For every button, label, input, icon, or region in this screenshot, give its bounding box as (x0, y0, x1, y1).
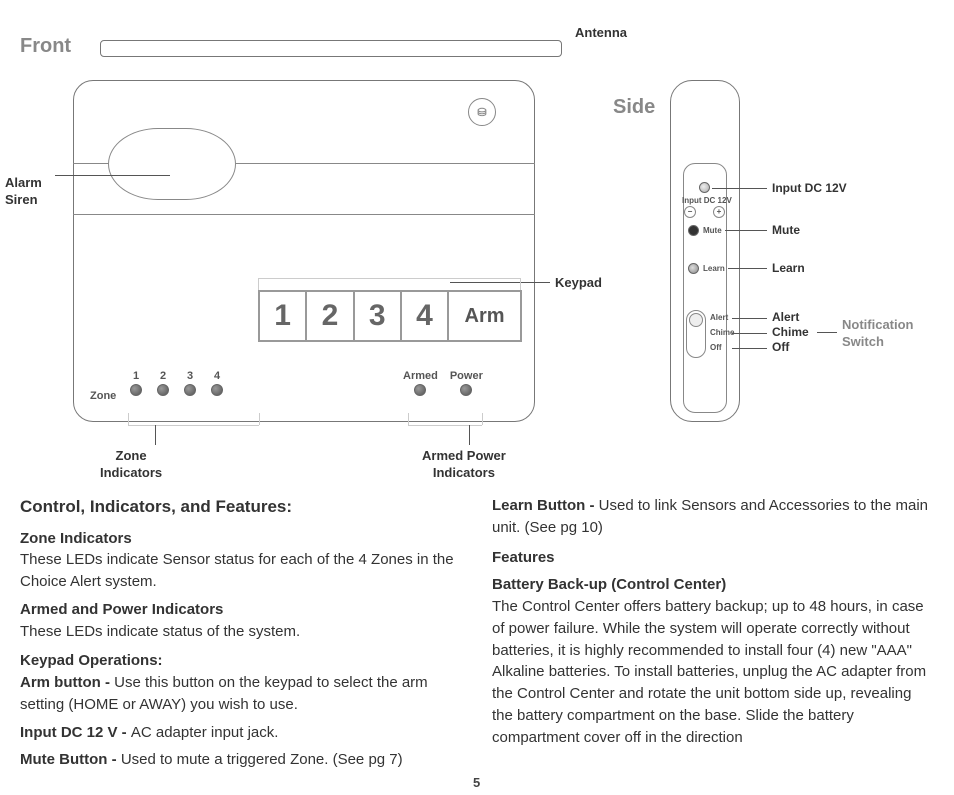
arm-button-para: Arm button - Use this button on the keyp… (20, 672, 462, 716)
page-number: 5 (473, 775, 480, 790)
input-dc-label: Input DC 12 V - (20, 724, 131, 741)
input-dc-para: Input DC 12 V - AC adapter input jack. (20, 722, 462, 744)
alarm-siren-callout: Alarm Siren (5, 175, 42, 209)
zone-ind-leader (155, 425, 156, 445)
accent-line (73, 214, 535, 215)
keypad-arm-button[interactable]: Arm (449, 292, 520, 340)
off-leader (732, 348, 767, 349)
armed-bracket (408, 425, 482, 426)
keypad-bracket-l (258, 278, 259, 290)
armed-ind-leader (469, 425, 470, 445)
zone-inline-label: Zone (90, 390, 116, 402)
led-icon (130, 384, 142, 396)
mute-leader (725, 230, 767, 231)
right-column: Learn Button - Used to link Sensors and … (492, 495, 934, 777)
armed-led: Armed (403, 370, 438, 396)
mute-tiny-label: Mute (703, 226, 722, 235)
battery-backup-heading: Battery Back-up (Control Center) (492, 574, 934, 596)
armed-power-indicators-callout: Armed Power Indicators (422, 448, 506, 482)
switch-knob-icon (689, 313, 703, 327)
arm-button-label: Arm button - (20, 674, 114, 691)
learn-button[interactable] (688, 263, 699, 274)
led-icon (184, 384, 196, 396)
led-icon (460, 384, 472, 396)
zone-indicators-para: These LEDs indicate Sensor status for ea… (20, 549, 462, 593)
minus-icon: − (684, 206, 696, 218)
zone-led-row: 1 2 3 4 (130, 370, 238, 396)
keypad-key-2[interactable]: 2 (307, 292, 354, 340)
learn-leader (728, 268, 767, 269)
notif-leader (817, 332, 837, 333)
armed-bracket-r (482, 413, 483, 425)
battery-backup-para: The Control Center offers battery backup… (492, 596, 934, 748)
led-icon (157, 384, 169, 396)
front-view-label: Front (20, 35, 71, 58)
alert-callout: Alert (772, 310, 799, 324)
input-dc-port (699, 182, 710, 193)
off-tiny-label: Off (710, 343, 722, 352)
alarm-siren-speaker (108, 128, 236, 200)
accent-line (236, 163, 535, 164)
accent-line (73, 163, 109, 164)
keypad-leader (450, 282, 550, 283)
mute-button-label: Mute Button - (20, 751, 121, 768)
keypad-ops-heading: Keypad Operations: (20, 650, 462, 672)
zone-indicators-callout: Zone Indicators (100, 448, 162, 482)
learn-callout: Learn (772, 261, 805, 275)
keypad-top-bracket (258, 278, 520, 279)
chime-leader (732, 333, 767, 334)
inputdc-leader (712, 188, 767, 189)
zone-bracket-r (259, 413, 260, 425)
antenna-callout: Antenna (575, 25, 627, 42)
zone-led-2: 2 (157, 370, 169, 396)
chime-callout: Chime (772, 325, 809, 339)
keypad-key-1[interactable]: 1 (260, 292, 307, 340)
zone-bracket-l (128, 413, 129, 425)
antenna (100, 40, 562, 57)
keypad: 1 2 3 4 Arm (258, 290, 522, 342)
power-led: Power (450, 370, 483, 396)
text-columns: Control, Indicators, and Features: Zone … (20, 495, 934, 777)
learn-button-para: Learn Button - Used to link Sensors and … (492, 495, 934, 539)
section-title: Control, Indicators, and Features: (20, 495, 462, 520)
armed-power-para: These LEDs indicate status of the system… (20, 621, 462, 643)
ge-logo-icon: ⛁ (468, 98, 496, 126)
side-view-label: Side (613, 96, 655, 119)
led-icon (414, 384, 426, 396)
features-heading: Features (492, 547, 934, 569)
plus-icon: + (713, 206, 725, 218)
status-led-row: Armed Power (403, 370, 498, 396)
notification-switch[interactable] (686, 310, 706, 358)
zone-led-4: 4 (211, 370, 223, 396)
zone-led-3: 3 (184, 370, 196, 396)
mute-button-text: Used to mute a triggered Zone. (See pg 7… (121, 751, 403, 768)
keypad-bracket-r (520, 278, 521, 290)
chime-tiny-label: Chime (710, 328, 734, 337)
alarm-siren-leader (55, 175, 170, 176)
mute-button[interactable] (688, 225, 699, 236)
off-callout: Off (772, 340, 789, 354)
input-dc-tiny-label: Input DC 12V (682, 196, 732, 205)
zone-led-1: 1 (130, 370, 142, 396)
learn-button-label: Learn Button - (492, 497, 599, 514)
input-dc-callout: Input DC 12V (772, 181, 847, 195)
keypad-key-3[interactable]: 3 (355, 292, 402, 340)
learn-tiny-label: Learn (703, 264, 725, 273)
mute-button-para: Mute Button - Used to mute a triggered Z… (20, 749, 462, 771)
led-icon (211, 384, 223, 396)
input-dc-text: AC adapter input jack. (131, 724, 279, 741)
left-column: Control, Indicators, and Features: Zone … (20, 495, 462, 777)
notification-switch-callout: Notification Switch (842, 317, 914, 351)
mute-callout: Mute (772, 223, 800, 237)
zone-bracket (128, 425, 259, 426)
armed-power-heading: Armed and Power Indicators (20, 599, 462, 621)
keypad-key-4[interactable]: 4 (402, 292, 449, 340)
alert-tiny-label: Alert (710, 313, 728, 322)
keypad-callout: Keypad (555, 275, 602, 292)
alert-leader (732, 318, 767, 319)
armed-bracket-l (408, 413, 409, 425)
zone-indicators-heading: Zone Indicators (20, 528, 462, 550)
